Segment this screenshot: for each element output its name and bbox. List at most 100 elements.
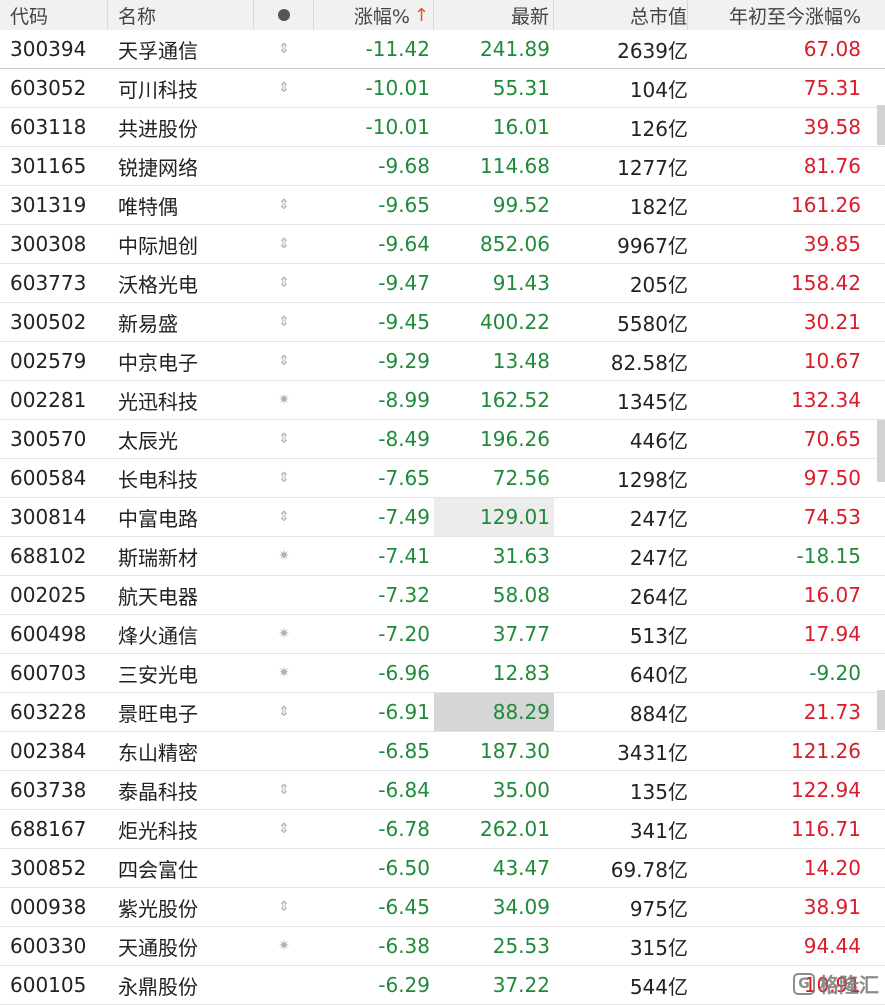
table-row[interactable]: 603773 沃格光电 ⇕ -9.47 91.43 205亿 158.42: [0, 264, 885, 303]
ytd-change: 75.31: [803, 76, 861, 100]
market-cap: 247亿: [629, 506, 688, 531]
stock-code: 000938: [10, 895, 87, 919]
stock-name: 东山精密: [118, 740, 198, 765]
stock-code: 603773: [10, 271, 87, 295]
ytd-change: 39.58: [803, 115, 861, 139]
stock-name: 中京电子: [118, 350, 198, 375]
last-price: 43.47: [492, 856, 550, 880]
change-pct: -6.85: [378, 739, 430, 763]
market-cap: 82.58亿: [610, 350, 688, 375]
last-price: 241.89: [480, 37, 550, 61]
table-row[interactable]: 002579 中京电子 ⇕ -9.29 13.48 82.58亿 10.67: [0, 342, 885, 381]
table-row[interactable]: 300308 中际旭创 ⇕ -9.64 852.06 9967亿 39.85: [0, 225, 885, 264]
table-row[interactable]: 600584 长电科技 ⇕ -7.65 72.56 1298亿 97.50: [0, 459, 885, 498]
scrollbar-thumb[interactable]: [877, 105, 885, 145]
table-row[interactable]: 300570 太辰光 ⇕ -8.49 196.26 446亿 70.65: [0, 420, 885, 459]
stock-name: 三安光电: [118, 662, 198, 687]
last-price: 400.22: [480, 310, 550, 334]
last-price: 72.56: [492, 466, 550, 490]
stock-name: 天通股份: [118, 935, 198, 960]
stock-name: 沃格光电: [118, 272, 198, 297]
margin-flag-icon: ⇕: [278, 431, 290, 447]
market-cap: 247亿: [629, 545, 688, 570]
table-row[interactable]: 603228 景旺电子 ⇕ -6.91 88.29 884亿 21.73: [0, 693, 885, 732]
stock-name: 新易盛: [118, 311, 178, 336]
table-row[interactable]: 600498 烽火通信 ✷ -7.20 37.77 513亿 17.94: [0, 615, 885, 654]
ytd-change: 81.76: [803, 154, 861, 178]
table-row[interactable]: 603052 可川科技 ⇕ -10.01 55.31 104亿 75.31: [0, 69, 885, 108]
change-pct: -7.49: [378, 505, 430, 529]
stock-code: 688102: [10, 544, 87, 568]
table-row[interactable]: 002025 航天电器 -7.32 58.08 264亿 16.07: [0, 576, 885, 615]
margin-flag-icon: ✷: [278, 392, 290, 408]
stock-name: 炬光科技: [118, 818, 198, 843]
last-price: 91.43: [492, 271, 550, 295]
table-row[interactable]: 600105 永鼎股份 -6.29 37.22 544亿 10.91: [0, 966, 885, 1005]
market-cap: 9967亿: [617, 233, 688, 258]
column-header-market-cap[interactable]: 总市值: [554, 0, 688, 30]
column-header-flag[interactable]: [254, 0, 314, 30]
table-row[interactable]: 300814 中富电路 ⇕ -7.49 129.01 247亿 74.53: [0, 498, 885, 537]
table-row[interactable]: 002384 东山精密 -6.85 187.30 3431亿 121.26: [0, 732, 885, 771]
column-header-code-label: 代码: [10, 5, 49, 28]
margin-flag-icon: ⇕: [278, 80, 290, 96]
last-price: 37.77: [492, 622, 550, 646]
change-pct: -9.65: [378, 193, 430, 217]
column-header-name[interactable]: 名称: [108, 0, 254, 30]
table-row[interactable]: 688102 斯瑞新材 ✷ -7.41 31.63 247亿 -18.15: [0, 537, 885, 576]
table-row[interactable]: 603738 泰晶科技 ⇕ -6.84 35.00 135亿 122.94: [0, 771, 885, 810]
ytd-change: 14.20: [803, 856, 861, 880]
stock-name: 航天电器: [118, 584, 198, 609]
table-row[interactable]: 600703 三安光电 ✷ -6.96 12.83 640亿 -9.20: [0, 654, 885, 693]
stock-code: 600703: [10, 661, 87, 685]
market-cap: 104亿: [629, 77, 688, 102]
market-cap: 544亿: [629, 974, 688, 999]
table-row[interactable]: 300852 四会富仕 -6.50 43.47 69.78亿 14.20: [0, 849, 885, 888]
column-header-last-label: 最新: [510, 5, 549, 28]
table-row[interactable]: 301165 锐捷网络 -9.68 114.68 1277亿 81.76: [0, 147, 885, 186]
ytd-change: -18.15: [796, 544, 861, 568]
stock-name: 锐捷网络: [118, 155, 198, 180]
last-price: 58.08: [492, 583, 550, 607]
margin-flag-icon: ✷: [278, 548, 290, 564]
margin-flag-icon: ✷: [278, 665, 290, 681]
stock-name: 中富电路: [118, 506, 198, 531]
table-row[interactable]: 600330 天通股份 ✷ -6.38 25.53 315亿 94.44: [0, 927, 885, 966]
column-header-ytd-change[interactable]: 年初至今涨幅%: [688, 0, 875, 30]
ytd-change: 38.91: [803, 895, 861, 919]
ytd-change: 121.26: [791, 739, 861, 763]
stock-name: 天孚通信: [118, 38, 198, 63]
table-row[interactable]: 688167 炬光科技 ⇕ -6.78 262.01 341亿 116.71: [0, 810, 885, 849]
table-row[interactable]: 000938 紫光股份 ⇕ -6.45 34.09 975亿 38.91: [0, 888, 885, 927]
stock-code: 603118: [10, 115, 87, 139]
column-header-last[interactable]: 最新: [434, 0, 554, 30]
change-pct: -6.45: [378, 895, 430, 919]
market-cap: 513亿: [629, 623, 688, 648]
stock-code: 300502: [10, 310, 87, 334]
change-pct: -7.41: [378, 544, 430, 568]
table-row[interactable]: 002281 光迅科技 ✷ -8.99 162.52 1345亿 132.34: [0, 381, 885, 420]
stock-name: 四会富仕: [118, 857, 198, 882]
ytd-change: 16.07: [803, 583, 861, 607]
market-cap: 5580亿: [617, 311, 688, 336]
last-price: 34.09: [492, 895, 550, 919]
table-row[interactable]: 300394 天孚通信 ⇕ -11.42 241.89 2639亿 67.08: [0, 30, 885, 69]
stock-code: 600330: [10, 934, 87, 958]
margin-flag-icon: ⇕: [278, 782, 290, 798]
stock-code: 603228: [10, 700, 87, 724]
table-row[interactable]: 301319 唯特偶 ⇕ -9.65 99.52 182亿 161.26: [0, 186, 885, 225]
table-row[interactable]: 300502 新易盛 ⇕ -9.45 400.22 5580亿 30.21: [0, 303, 885, 342]
table-row[interactable]: 603118 共进股份 -10.01 16.01 126亿 39.58: [0, 108, 885, 147]
change-pct: -10.01: [365, 115, 430, 139]
market-cap: 446亿: [629, 428, 688, 453]
margin-flag-icon: ✷: [278, 626, 290, 642]
column-header-code[interactable]: 代码: [0, 0, 108, 30]
ytd-change: 74.53: [803, 505, 861, 529]
last-price: 13.48: [492, 349, 550, 373]
market-cap: 135亿: [629, 779, 688, 804]
stock-name: 泰晶科技: [118, 779, 198, 804]
ytd-change: 122.94: [791, 778, 861, 802]
change-pct: -9.64: [378, 232, 430, 256]
margin-flag-icon: ⇕: [278, 41, 290, 57]
column-header-change-pct[interactable]: 涨幅% ↑: [314, 0, 434, 30]
